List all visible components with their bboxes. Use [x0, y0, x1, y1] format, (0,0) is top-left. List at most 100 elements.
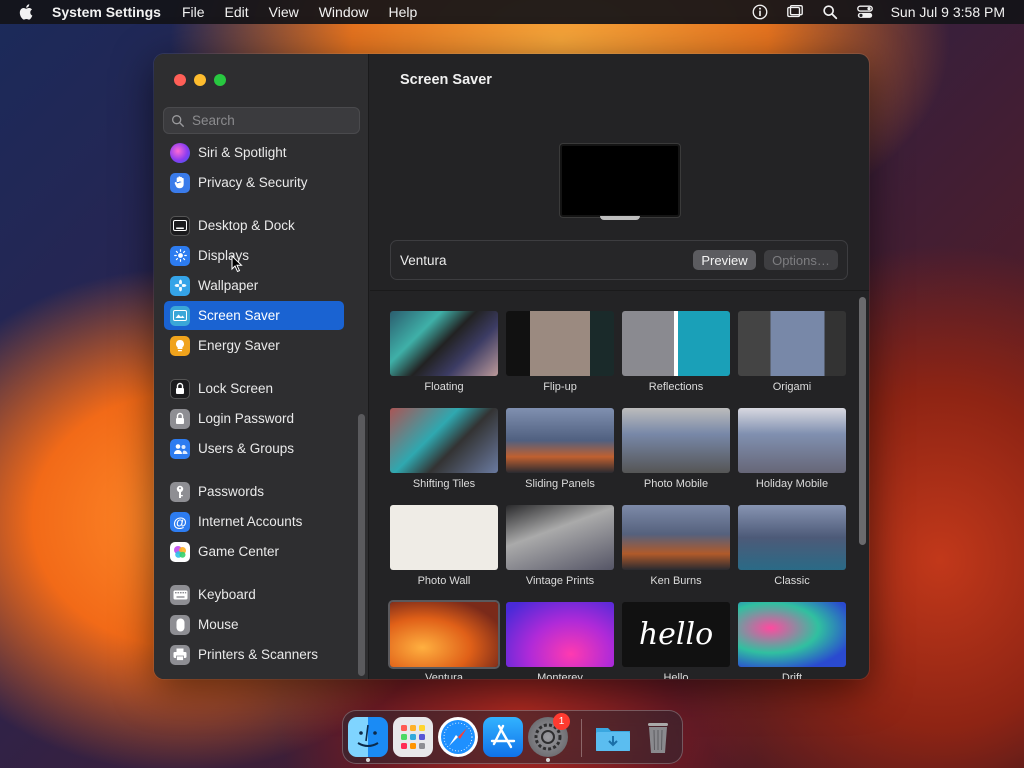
menu-view[interactable]: View [269, 4, 299, 20]
downloads-folder-icon[interactable] [593, 717, 633, 757]
screen-saver-label: Sliding Panels [525, 478, 595, 490]
app-store-icon[interactable] [483, 717, 523, 757]
sidebar-item-label: Lock Screen [198, 381, 274, 396]
screen-saver-tile-photo-mobile[interactable]: Photo Mobile [622, 408, 730, 490]
screen-saver-thumbnail [622, 311, 730, 376]
screen-saver-tile-flip-up[interactable]: Flip-up [506, 311, 614, 393]
screen-saver-label: Origami [772, 381, 812, 393]
zoom-window-button[interactable] [214, 74, 226, 86]
screen-saver-tile-origami[interactable]: Origami [738, 311, 846, 393]
screen-saver-thumbnail [738, 311, 846, 376]
screen-saver-tile-floating[interactable]: Floating [390, 311, 498, 393]
sidebar-item-lock-screen[interactable]: Lock Screen [164, 374, 344, 403]
screen-saver-tile-photo-wall[interactable]: Photo Wall [390, 505, 498, 587]
screen-mirroring-icon[interactable] [786, 3, 804, 21]
screen-saver-tile-reflections[interactable]: Reflections [622, 311, 730, 393]
sidebar-scrollbar[interactable] [358, 414, 365, 676]
sidebar-item-mouse[interactable]: Mouse [164, 610, 344, 639]
close-window-button[interactable] [174, 74, 186, 86]
screen-saver-tile-classic[interactable]: Classic [738, 505, 846, 587]
sidebar-item-privacy-security[interactable]: Privacy & Security [164, 168, 344, 197]
page-title: Screen Saver [400, 72, 492, 88]
screen-saver-tile-ken-burns[interactable]: Ken Burns [622, 505, 730, 587]
screen-saver-grid: Floating Flip-up Reflections Origami Shiftin… [370, 290, 869, 679]
sidebar-item-wallpaper[interactable]: Wallpaper [164, 271, 344, 300]
sidebar-item-users-groups[interactable]: Users & Groups [164, 434, 344, 463]
screen-saver-thumbnail [622, 505, 730, 570]
screen-saver-pane: Screen Saver Ventura Preview Options… Fl… [370, 54, 869, 679]
search-input[interactable]: Search [163, 107, 360, 134]
sidebar-item-login-password[interactable]: Login Password [164, 404, 344, 433]
screen-saver-label: Ken Burns [650, 575, 702, 587]
current-screen-saver-bar: Ventura Preview Options… [390, 240, 848, 280]
safari-icon[interactable] [438, 717, 478, 757]
sidebar-item-label: Passwords [198, 484, 265, 499]
menu-window[interactable]: Window [319, 4, 369, 20]
screen-saver-icon [170, 305, 190, 326]
sidebar-item-label: Game Center [198, 544, 280, 559]
screen-saver-label: Flip-up [543, 381, 577, 393]
screen-saver-tile-ventura[interactable]: Ventura [390, 602, 498, 679]
screen-saver-thumbnail [390, 505, 498, 570]
minimize-window-button[interactable] [194, 74, 206, 86]
sidebar-item-printers-scanners[interactable]: Printers & Scanners [164, 640, 344, 669]
screen-saver-label: Photo Wall [417, 575, 471, 587]
screen-saver-tile-holiday-mobile[interactable]: Holiday Mobile [738, 408, 846, 490]
screen-saver-tile-vintage-prints[interactable]: Vintage Prints [506, 505, 614, 587]
sidebar-item-desktop-dock[interactable]: Desktop & Dock [164, 211, 344, 240]
menu-help[interactable]: Help [389, 4, 418, 20]
sidebar-item-siri-spotlight[interactable]: Siri & Spotlight [164, 138, 344, 167]
screen-saver-label: Reflections [648, 381, 704, 393]
sidebar-item-screen-saver[interactable]: Screen Saver [164, 301, 344, 330]
sidebar-item-internet-accounts[interactable]: @ Internet Accounts [164, 507, 344, 536]
control-center-icon[interactable] [856, 3, 874, 21]
screen-saver-thumbnail [506, 505, 614, 570]
launchpad-icon[interactable] [393, 717, 433, 757]
screen-saver-label: Drift [781, 672, 803, 679]
bulb-icon [170, 335, 190, 356]
window-controls [174, 74, 234, 86]
screen-saver-tile-monterey[interactable]: Monterey [506, 602, 614, 679]
finder-icon[interactable] [348, 717, 388, 757]
sidebar-item-keyboard[interactable]: Keyboard [164, 580, 344, 609]
search-icon [172, 114, 184, 127]
screen-saver-thumbnail [390, 408, 498, 473]
screen-saver-label: Shifting Tiles [412, 478, 476, 490]
system-settings-running-indicator [546, 758, 550, 762]
menu-bar-clock[interactable]: Sun Jul 9 3:58 PM [891, 4, 1005, 20]
trash-icon[interactable] [638, 717, 678, 757]
menu-file[interactable]: File [182, 4, 205, 20]
sidebar-item-game-center[interactable]: Game Center [164, 537, 344, 566]
screen-saver-thumbnail [506, 602, 614, 667]
screen-saver-label: Photo Mobile [643, 478, 709, 490]
sidebar-item-displays[interactable]: Displays [164, 241, 344, 270]
menu-bar: System Settings File Edit View Window He… [0, 0, 1024, 24]
siri-icon [170, 142, 190, 163]
spotlight-search-icon[interactable] [821, 3, 839, 21]
screen-saver-tile-hello[interactable]: hello Hello [622, 602, 730, 679]
users-icon [170, 438, 190, 459]
screen-saver-preview-display [560, 144, 680, 220]
screen-saver-tile-sliding-panels[interactable]: Sliding Panels [506, 408, 614, 490]
options-button[interactable]: Options… [764, 250, 838, 270]
preview-button[interactable]: Preview [693, 250, 756, 270]
displays-icon [170, 245, 190, 266]
grid-scrollbar[interactable] [859, 297, 866, 545]
screen-saver-label: Hello [663, 672, 689, 679]
apple-menu-icon[interactable] [18, 3, 36, 21]
desktop-dock-icon [170, 215, 190, 236]
sidebar-item-label: Wallpaper [198, 278, 259, 293]
sidebar-item-label: Internet Accounts [198, 514, 303, 529]
menu-edit[interactable]: Edit [225, 4, 249, 20]
screen-saver-tile-drift[interactable]: Drift [738, 602, 846, 679]
sidebar-item-energy-saver[interactable]: Energy Saver [164, 331, 344, 360]
screen-saver-thumbnail [390, 602, 498, 667]
screen-saver-label: Floating [424, 381, 464, 393]
preview-stand [600, 216, 640, 220]
app-menu-system-settings[interactable]: System Settings [52, 4, 161, 20]
screen-saver-tile-shifting-tiles[interactable]: Shifting Tiles [390, 408, 498, 490]
sidebar-item-label: Users & Groups [198, 441, 295, 456]
sidebar-item-label: Printers & Scanners [198, 647, 319, 662]
accessibility-info-icon[interactable] [751, 3, 769, 21]
sidebar-item-passwords[interactable]: Passwords [164, 477, 344, 506]
